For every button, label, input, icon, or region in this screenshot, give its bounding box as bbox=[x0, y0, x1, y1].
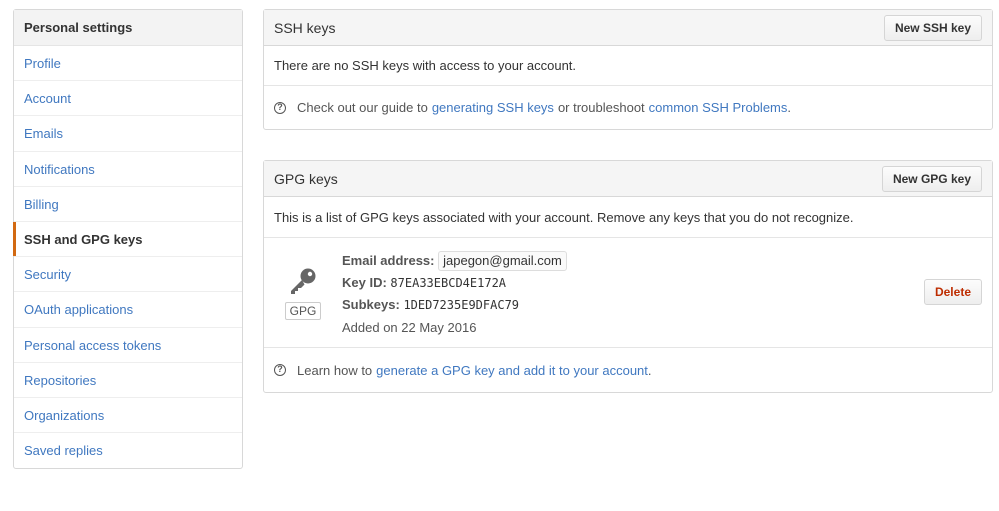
question-circle-icon: ? bbox=[274, 364, 286, 376]
sidebar-item-saved-replies[interactable]: Saved replies bbox=[14, 433, 242, 468]
new-gpg-key-button[interactable]: New GPG key bbox=[881, 165, 982, 192]
gpg-description-row: This is a list of GPG keys associated wi… bbox=[264, 197, 992, 238]
ssh-keys-title: SSH keys bbox=[274, 19, 336, 36]
email-address-label: Email address: bbox=[342, 253, 435, 268]
gpg-key-icon-group: GPG bbox=[284, 266, 322, 320]
sidebar-item-billing[interactable]: Billing bbox=[14, 187, 242, 222]
ssh-empty-row: There are no SSH keys with access to you… bbox=[264, 46, 992, 86]
gpg-key-id: 87EA33EBCD4E172A bbox=[390, 275, 507, 290]
generating-ssh-keys-link[interactable]: generating SSH keys bbox=[432, 100, 554, 115]
gpg-key-item: GPG Email address: japegon@gmail.com Key… bbox=[264, 238, 992, 348]
sidebar-item-repositories[interactable]: Repositories bbox=[14, 363, 242, 398]
sidebar-item-security[interactable]: Security bbox=[14, 257, 242, 293]
gpg-key-added-date: Added on 22 May 2016 bbox=[342, 319, 477, 335]
sidebar-item-organizations[interactable]: Organizations bbox=[14, 398, 242, 434]
ssh-empty-message: There are no SSH keys with access to you… bbox=[274, 58, 577, 73]
sidebar-item-notifications[interactable]: Notifications bbox=[14, 152, 242, 187]
sidebar-item-personal-access-tokens[interactable]: Personal access tokens bbox=[14, 328, 242, 363]
sidebar-item-emails[interactable]: Emails bbox=[14, 116, 242, 152]
delete-gpg-key-button[interactable]: Delete bbox=[923, 279, 982, 305]
subkeys-label: Subkeys: bbox=[342, 297, 400, 312]
ssh-help-suffix: . bbox=[787, 100, 792, 115]
ssh-help-middle: or troubleshoot bbox=[557, 100, 645, 115]
gpg-help-prefix: Learn how to bbox=[297, 362, 373, 378]
gpg-keys-title: GPG keys bbox=[274, 170, 338, 187]
ssh-help-row: ? Check out our guide to generating SSH … bbox=[264, 86, 992, 129]
key-icon bbox=[291, 268, 316, 294]
sidebar-item-oauth-applications[interactable]: OAuth applications bbox=[14, 292, 242, 328]
question-circle-icon: ? bbox=[274, 101, 286, 114]
sidebar-item-ssh-gpg-keys[interactable]: SSH and GPG keys bbox=[13, 221, 242, 258]
common-ssh-problems-link[interactable]: common SSH Problems bbox=[649, 100, 788, 115]
sidebar-item-account[interactable]: Account bbox=[14, 81, 242, 117]
gpg-keys-panel: GPG keys New GPG key This is a list of G… bbox=[263, 160, 993, 393]
key-id-label: Key ID: bbox=[342, 274, 387, 290]
ssh-help-prefix: Check out our guide to bbox=[297, 100, 428, 115]
gpg-key-details: Email address: japegon@gmail.com Key ID:… bbox=[342, 250, 567, 338]
gpg-help-row: ? Learn how to generate a GPG key and ad… bbox=[264, 348, 992, 392]
gpg-badge: GPG bbox=[284, 302, 322, 320]
gpg-key-email: japegon@gmail.com bbox=[438, 251, 567, 271]
gpg-keys-header: GPG keys New GPG key bbox=[264, 161, 992, 197]
ssh-keys-panel: SSH keys New SSH key There are no SSH ke… bbox=[263, 9, 993, 130]
gpg-subkeys: 1DED7235E9DFAC79 bbox=[403, 298, 520, 312]
generate-gpg-key-link[interactable]: generate a GPG key and add it to your ac… bbox=[376, 363, 648, 378]
new-ssh-key-button[interactable]: New SSH key bbox=[883, 14, 982, 41]
gpg-description: This is a list of GPG keys associated wi… bbox=[274, 209, 854, 225]
sidebar-item-profile[interactable]: Profile bbox=[14, 46, 242, 82]
settings-sidebar: Personal settings Profile Account Emails… bbox=[13, 9, 243, 470]
ssh-keys-header: SSH keys New SSH key bbox=[264, 10, 992, 46]
sidebar-header: Personal settings bbox=[14, 10, 242, 46]
gpg-help-suffix: . bbox=[647, 362, 652, 378]
